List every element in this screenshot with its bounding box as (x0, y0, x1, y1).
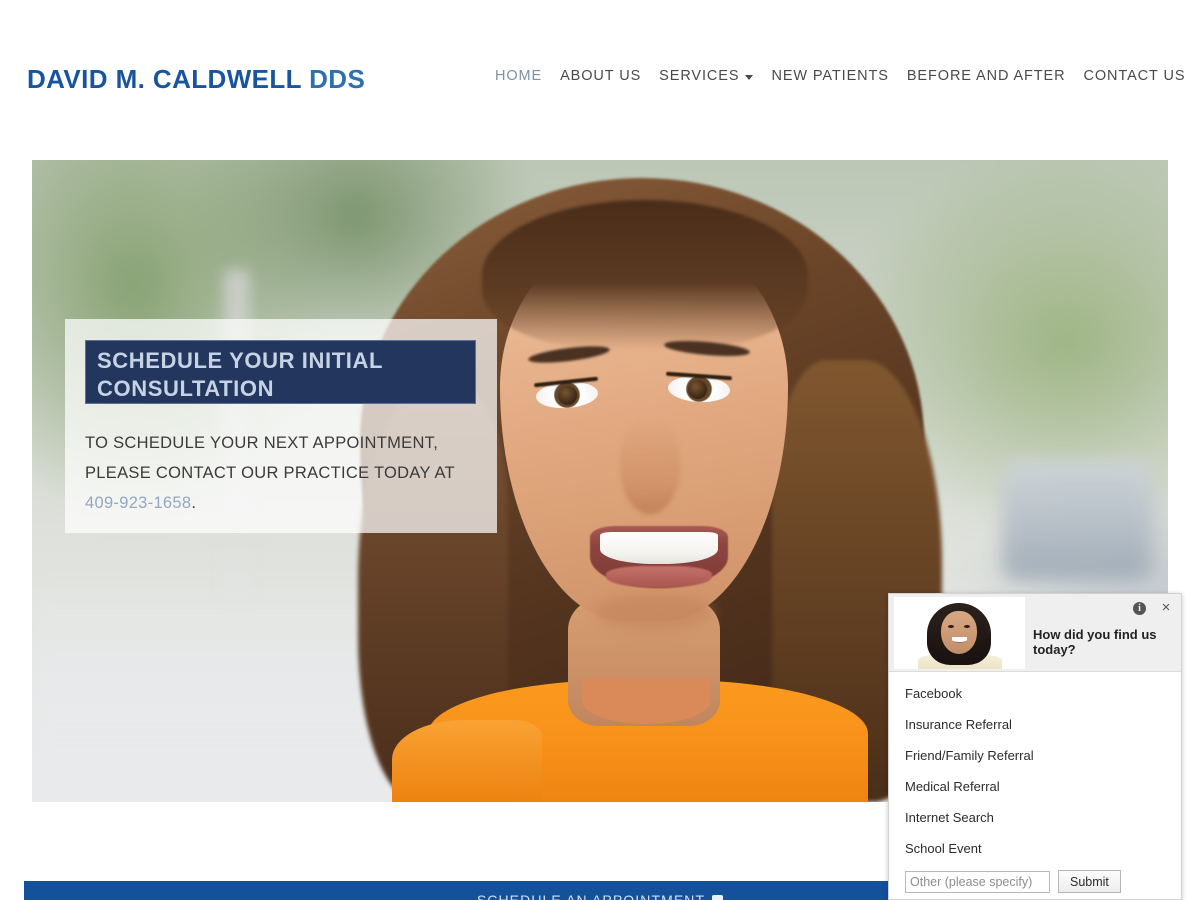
survey-option-facebook[interactable]: Facebook (889, 678, 1181, 709)
nav-label-home: HOME (495, 68, 543, 84)
schedule-appointment-bar-label: SCHEDULE AN APPOINTMENT (476, 892, 706, 900)
avatar-face (941, 610, 977, 654)
nav-label-contact-us: CONTACT US (1083, 68, 1186, 84)
page-root: DAVID M. CALDWELL DDS HOME ABOUT US SERV… (0, 0, 1200, 900)
hero-body-text: TO SCHEDULE YOUR NEXT APPOINTMENT, PLEAS… (85, 428, 485, 518)
hero-headline: SCHEDULE YOUR INITIAL CONSULTATION (85, 340, 476, 404)
avatar-eye-right (964, 624, 970, 628)
survey-option-school-event[interactable]: School Event (889, 833, 1181, 864)
portrait-pupil-left (558, 386, 577, 405)
info-icon[interactable]: i (1133, 601, 1146, 615)
survey-option-internet-search[interactable]: Internet Search (889, 802, 1181, 833)
logo-suffix-text: DDS (301, 64, 366, 94)
survey-option-insurance-referral[interactable]: Insurance Referral (889, 709, 1181, 740)
nav-item-services[interactable]: SERVICES (659, 68, 754, 84)
site-header: DAVID M. CALDWELL DDS HOME ABOUT US SERV… (0, 0, 1200, 158)
survey-submit-button[interactable]: Submit (1058, 870, 1121, 893)
survey-options-list: Facebook Insurance Referral Friend/Famil… (889, 672, 1181, 864)
avatar-eye-left (948, 624, 954, 628)
portrait-shirt-sleeve (392, 720, 542, 802)
survey-option-friend-family-referral[interactable]: Friend/Family Referral (889, 740, 1181, 771)
hero-background-car (1002, 460, 1152, 580)
avatar-smile (952, 636, 967, 643)
hero-phone-period: . (191, 494, 197, 512)
nav-item-before-and-after[interactable]: BEFORE AND AFTER (907, 68, 1066, 84)
portrait-lower-lip (606, 566, 712, 588)
nav-item-home[interactable]: HOME (495, 68, 542, 84)
survey-question: How did you find us today? (1033, 626, 1157, 657)
nav-item-about-us[interactable]: ABOUT US (560, 68, 641, 84)
portrait-nose (620, 418, 680, 514)
nav-label-new-patients: NEW PATIENTS (771, 68, 889, 84)
main-navigation: HOME ABOUT US SERVICES NEW PATIENTS BEFO… (495, 68, 1185, 84)
portrait-forehead-hair (482, 200, 808, 350)
portrait-pupil-right (688, 380, 707, 399)
site-logo[interactable]: DAVID M. CALDWELL DDS (27, 64, 365, 95)
nav-label-services: SERVICES (659, 68, 740, 84)
survey-header-actions: i × (1133, 600, 1173, 615)
hero-body-line-2: PLEASE CONTACT OUR PRACTICE TODAY AT (85, 464, 455, 482)
survey-popup-footer: Submit (889, 870, 1181, 893)
nav-label-about-us: ABOUT US (560, 68, 642, 84)
logo-main-text: DAVID M. CALDWELL (27, 64, 302, 94)
nav-item-contact-us[interactable]: CONTACT US (1083, 68, 1185, 84)
close-icon[interactable]: × (1159, 600, 1173, 615)
nav-item-new-patients[interactable]: NEW PATIENTS (771, 68, 888, 84)
hero-body-line-1: TO SCHEDULE YOUR NEXT APPOINTMENT, (85, 434, 439, 452)
portrait-teeth (600, 532, 718, 564)
calendar-icon (712, 895, 724, 900)
survey-option-medical-referral[interactable]: Medical Referral (889, 771, 1181, 802)
survey-popup: How did you find us today? i × Facebook … (888, 593, 1182, 900)
portrait-shirt-collar (582, 678, 710, 724)
portrait-chin-shadow (594, 594, 714, 630)
nav-label-before-and-after: BEFORE AND AFTER (906, 68, 1066, 84)
survey-other-input[interactable] (905, 870, 1050, 893)
chevron-down-icon (745, 74, 754, 80)
hero-phone-link[interactable]: 409-923-1658 (85, 494, 191, 512)
avatar (894, 596, 1025, 669)
survey-popup-header: How did you find us today? i × (889, 594, 1181, 672)
